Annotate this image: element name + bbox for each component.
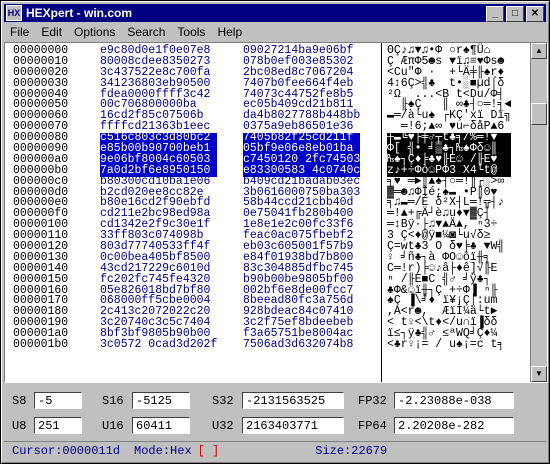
- s32-field[interactable]: -2131563525: [242, 392, 344, 409]
- maximize-button[interactable]: □: [506, 6, 524, 22]
- ascii-column[interactable]: ΘÇ♪♫▼♫•Φ ○r♠¶Ü⌂ Ç ÆπΦ5☻s ▼ï♫≡♥Φs☻ <Cu"Φ · …: [387, 45, 512, 351]
- s8-label: S8: [12, 394, 27, 408]
- menu-options[interactable]: Options: [68, 25, 121, 39]
- u16-field[interactable]: 60411: [132, 417, 190, 434]
- mode-indicator: [ ]: [197, 444, 220, 458]
- window-title: HEXpert - win.com: [26, 6, 133, 20]
- menu-bar: File Edit Options Search Tools Help: [4, 23, 546, 41]
- s32-label: S32: [212, 394, 234, 408]
- s16-label: S16: [102, 394, 124, 408]
- app-window: HX HEXpert - win.com _ □ ✕ File Edit Opt…: [0, 0, 550, 464]
- hex-left-row[interactable]: 3c0572 0cad3d202f: [100, 339, 217, 351]
- scroll-down-button[interactable]: ▼: [531, 366, 547, 382]
- mode-status: Mode:Hex: [134, 444, 192, 458]
- address-column: 00000000 00000010 00000020 00000030 00000040…: [13, 45, 69, 352]
- u32-label: U32: [212, 419, 234, 433]
- hex-column-right[interactable]: 09027214ba9e06bf 078b0ef003e85302 2bc08ed8…: [243, 45, 361, 351]
- value-panel: S8 -5 S16 -5125 S32 -2131563525 FP32 -2.…: [4, 385, 546, 437]
- fp32-field[interactable]: -2.23088e-038: [394, 392, 514, 409]
- title-bar[interactable]: HX HEXpert - win.com _ □ ✕: [4, 4, 546, 22]
- hex-right-row[interactable]: 7506ad3d632074b8: [243, 339, 360, 351]
- menu-tools[interactable]: Tools: [171, 25, 211, 39]
- cursor-status: Cursor:0000011d: [12, 444, 121, 458]
- fp64-field[interactable]: 2.20208e-282: [394, 417, 514, 434]
- app-icon[interactable]: HX: [6, 5, 22, 21]
- address-row: 000001b0: [13, 338, 69, 352]
- ascii-row[interactable]: <♣r♀¡= / u♠¡=c t╕: [387, 339, 511, 351]
- minimize-button[interactable]: _: [486, 6, 504, 22]
- menu-search[interactable]: Search: [121, 25, 171, 39]
- u8-label: U8: [12, 419, 27, 433]
- column-divider: [381, 43, 382, 382]
- fp64-label: FP64: [358, 419, 387, 433]
- hex-view[interactable]: 00000000 00000010 00000020 00000030 00000040…: [4, 42, 548, 383]
- fp32-label: FP32: [358, 394, 387, 408]
- size-status: Size:22679: [315, 444, 388, 458]
- scroll-thumb[interactable]: [531, 103, 547, 125]
- u16-label: U16: [102, 419, 124, 433]
- hex-column-left[interactable]: e9c80d0e1f0e07e8 80008cdee8350273 3c437522…: [100, 45, 218, 351]
- close-button[interactable]: ✕: [526, 6, 544, 22]
- s8-field[interactable]: -5: [34, 392, 82, 409]
- menu-help[interactable]: Help: [211, 25, 248, 39]
- scroll-up-button[interactable]: ▲: [531, 43, 547, 59]
- s16-field[interactable]: -5125: [132, 392, 190, 409]
- u8-field[interactable]: 251: [34, 417, 82, 434]
- status-bar: Cursor:0000011d Mode:Hex [ ] Size:22679: [4, 441, 546, 460]
- vertical-scrollbar[interactable]: ▲ ▼: [530, 43, 547, 382]
- menu-file[interactable]: File: [4, 25, 35, 39]
- u32-field[interactable]: 2163403771: [242, 417, 344, 434]
- menu-edit[interactable]: Edit: [35, 25, 68, 39]
